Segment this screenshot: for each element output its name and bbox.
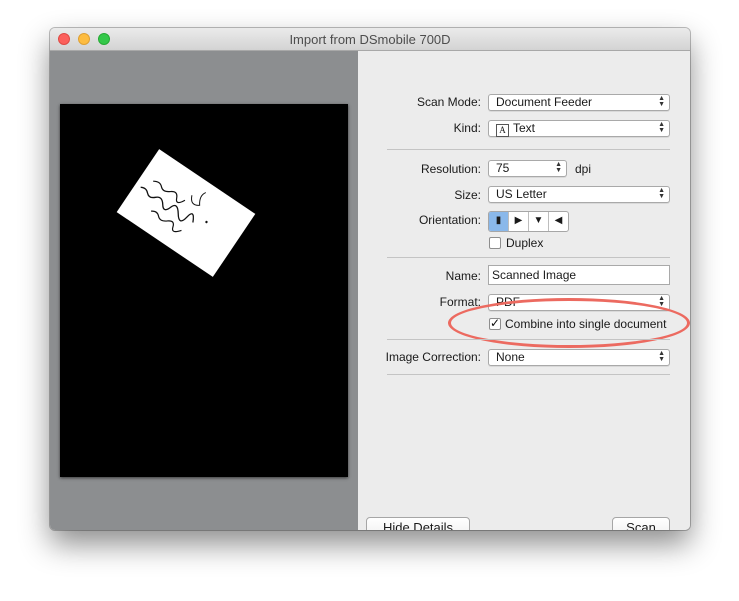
orientation-control[interactable]: ▮ ▶ ▼ ◀ bbox=[488, 211, 569, 232]
popup-arrows-icon: ▲ ▼ bbox=[658, 350, 665, 363]
landscape-left-orientation-icon[interactable]: ◀ bbox=[549, 212, 568, 231]
orientation-label: Orientation: bbox=[418, 213, 481, 227]
resolution-label: Resolution: bbox=[420, 162, 481, 176]
title-bar[interactable]: Import from DSmobile 700D bbox=[50, 28, 690, 51]
format-label: Format: bbox=[439, 295, 481, 309]
image-correction-label: Image Correction: bbox=[385, 350, 481, 364]
hide-details-button[interactable]: Hide Details bbox=[366, 517, 470, 530]
popup-arrows-icon: ▲ ▼ bbox=[658, 95, 665, 108]
scan-mode-label: Scan Mode: bbox=[416, 95, 481, 109]
portrait-flip-orientation-icon[interactable]: ▼ bbox=[529, 212, 549, 231]
window-title: Import from DSmobile 700D bbox=[289, 32, 451, 47]
popup-arrows-icon: ▲ ▼ bbox=[658, 121, 665, 134]
kind-label: Kind: bbox=[453, 121, 481, 135]
name-label: Name: bbox=[445, 269, 481, 283]
size-popup[interactable]: US Letter ▲ ▼ bbox=[488, 186, 670, 203]
scanned-card-preview bbox=[116, 149, 256, 277]
name-field[interactable]: Scanned Image bbox=[488, 265, 670, 285]
resolution-combo[interactable]: 75 ▲ ▼ bbox=[488, 160, 567, 177]
duplex-label: Duplex bbox=[506, 236, 544, 250]
image-correction-popup[interactable]: None ▲ ▼ bbox=[488, 349, 670, 366]
highlight-annotation-oval bbox=[448, 298, 690, 348]
dpi-unit: dpi bbox=[575, 162, 592, 176]
separator bbox=[387, 374, 670, 375]
separator bbox=[387, 257, 670, 258]
scan-settings-pane: Scan Mode: Document Feeder ▲ ▼ Kind: A Tex… bbox=[358, 51, 690, 530]
duplex-checkbox[interactable] bbox=[489, 237, 501, 249]
preview-pane bbox=[50, 51, 358, 530]
separator bbox=[387, 149, 670, 150]
scan-button[interactable]: Scan bbox=[612, 517, 670, 530]
scanner-import-window: Import from DSmobile 700D Scan Mode: Doc… bbox=[50, 28, 690, 530]
scan-preview-image[interactable] bbox=[60, 104, 348, 477]
size-label: Size: bbox=[454, 188, 481, 202]
portrait-orientation-icon[interactable]: ▮ bbox=[489, 212, 509, 231]
landscape-right-orientation-icon[interactable]: ▶ bbox=[509, 212, 529, 231]
separator bbox=[387, 339, 670, 340]
kind-popup[interactable]: A Text ▲ ▼ bbox=[488, 120, 670, 137]
scan-mode-popup[interactable]: Document Feeder ▲ ▼ bbox=[488, 94, 670, 111]
popup-arrows-icon: ▲ ▼ bbox=[555, 161, 562, 174]
text-A-icon: A bbox=[496, 124, 509, 137]
popup-arrows-icon: ▲ ▼ bbox=[658, 187, 665, 200]
